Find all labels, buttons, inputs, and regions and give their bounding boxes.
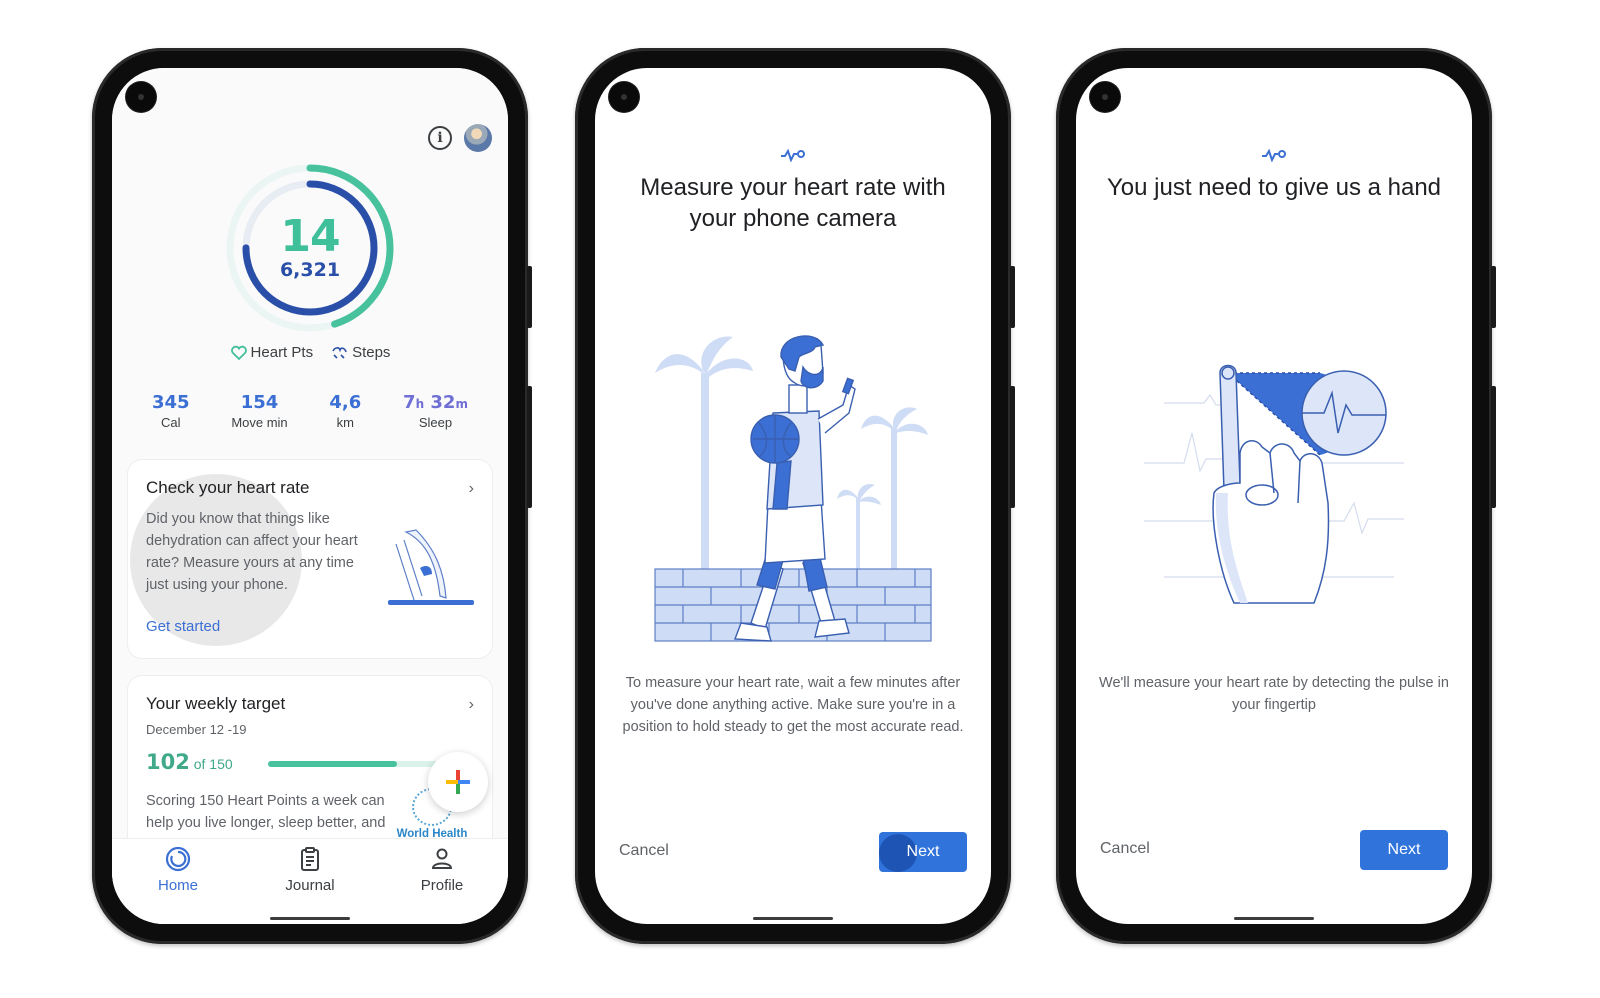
front-camera bbox=[1090, 82, 1120, 112]
chevron-right-icon[interactable]: › bbox=[469, 480, 474, 498]
pulse-icon bbox=[1262, 148, 1286, 162]
chevron-right-icon[interactable]: › bbox=[469, 696, 474, 714]
weekly-progress-fill bbox=[268, 761, 398, 767]
screen: You just need to give us a hand We'll me… bbox=[1076, 68, 1472, 924]
steps-icon bbox=[332, 346, 347, 359]
finger-on-phone-illustration bbox=[388, 529, 474, 605]
info-icon[interactable]: i bbox=[428, 126, 452, 150]
stat-distance[interactable]: 4,6 km bbox=[329, 392, 361, 430]
legend-steps: Steps bbox=[331, 344, 390, 361]
plus-icon bbox=[446, 770, 470, 794]
avatar[interactable] bbox=[464, 124, 492, 152]
phone-onboarding-step-1: Measure your heart rate with your phone … bbox=[575, 48, 1015, 944]
heart-icon bbox=[230, 345, 247, 360]
volume-button bbox=[1010, 386, 1015, 508]
front-camera bbox=[609, 82, 639, 112]
next-button[interactable]: Next bbox=[1360, 830, 1448, 870]
activity-rings[interactable]: 14 6,321 bbox=[222, 160, 398, 336]
cancel-button[interactable]: Cancel bbox=[619, 842, 669, 860]
home-indicator[interactable] bbox=[753, 917, 833, 920]
phone-home-screen: i 14 6,321 Heart Pts Steps 345 Cal 154 M… bbox=[92, 48, 532, 944]
weekly-score: 102 of 150 bbox=[146, 750, 233, 774]
home-indicator[interactable] bbox=[270, 917, 350, 920]
bottom-navigation: Home Journal Profile bbox=[112, 838, 508, 924]
weekly-progress-bar bbox=[268, 761, 458, 767]
onboarding-title: You just need to give us a hand bbox=[1106, 174, 1442, 201]
nav-profile[interactable]: Profile bbox=[397, 845, 487, 924]
cancel-button[interactable]: Cancel bbox=[1100, 840, 1150, 858]
heart-points-value: 14 bbox=[280, 210, 340, 262]
onboarding-title: Measure your heart rate with your phone … bbox=[640, 174, 946, 232]
screen: Measure your heart rate with your phone … bbox=[595, 68, 991, 924]
daily-stats: 345 Cal 154 Move min 4,6 km 7h 32m Sleep bbox=[152, 392, 468, 430]
hand-pulse-illustration bbox=[1144, 364, 1404, 604]
legend-heart-pts: Heart Pts bbox=[230, 344, 313, 361]
nav-journal[interactable]: Journal bbox=[265, 845, 355, 924]
onboarding-description: To measure your heart rate, wait a few m… bbox=[622, 675, 964, 735]
home-indicator[interactable] bbox=[1234, 917, 1314, 920]
pulse-icon bbox=[781, 148, 805, 162]
date-range: December 12 -19 bbox=[146, 722, 247, 737]
journal-icon bbox=[301, 847, 319, 871]
card-title: Check your heart rate bbox=[146, 478, 310, 497]
power-button bbox=[527, 266, 532, 328]
card-body: Did you know that things like dehydratio… bbox=[146, 511, 358, 593]
volume-button bbox=[1491, 386, 1496, 508]
steps-value: 6,321 bbox=[279, 258, 341, 281]
get-started-link[interactable]: Get started bbox=[146, 618, 220, 635]
power-button bbox=[1010, 266, 1015, 328]
nav-home[interactable]: Home bbox=[133, 845, 223, 924]
volume-button bbox=[527, 386, 532, 508]
man-walking-illustration bbox=[654, 335, 932, 642]
heart-rate-card[interactable]: Check your heart rate › Did you know tha… bbox=[128, 460, 492, 658]
power-button bbox=[1491, 266, 1496, 328]
rings-legend: Heart Pts Steps bbox=[112, 344, 508, 361]
onboarding-description: We'll measure your heart rate by detecti… bbox=[1099, 675, 1449, 713]
phone-onboarding-step-2: You just need to give us a hand We'll me… bbox=[1056, 48, 1496, 944]
stat-move-min[interactable]: 154 Move min bbox=[231, 392, 287, 430]
screen: i 14 6,321 Heart Pts Steps 345 Cal 154 M… bbox=[112, 68, 508, 924]
profile-icon bbox=[431, 848, 453, 869]
home-icon bbox=[165, 846, 191, 872]
stat-sleep[interactable]: 7h 32m Sleep bbox=[403, 392, 468, 430]
add-activity-button[interactable] bbox=[428, 752, 488, 812]
front-camera bbox=[126, 82, 156, 112]
card-title: Your weekly target bbox=[146, 694, 286, 713]
next-button[interactable]: Next bbox=[879, 832, 967, 872]
stat-calories[interactable]: 345 Cal bbox=[152, 392, 190, 430]
